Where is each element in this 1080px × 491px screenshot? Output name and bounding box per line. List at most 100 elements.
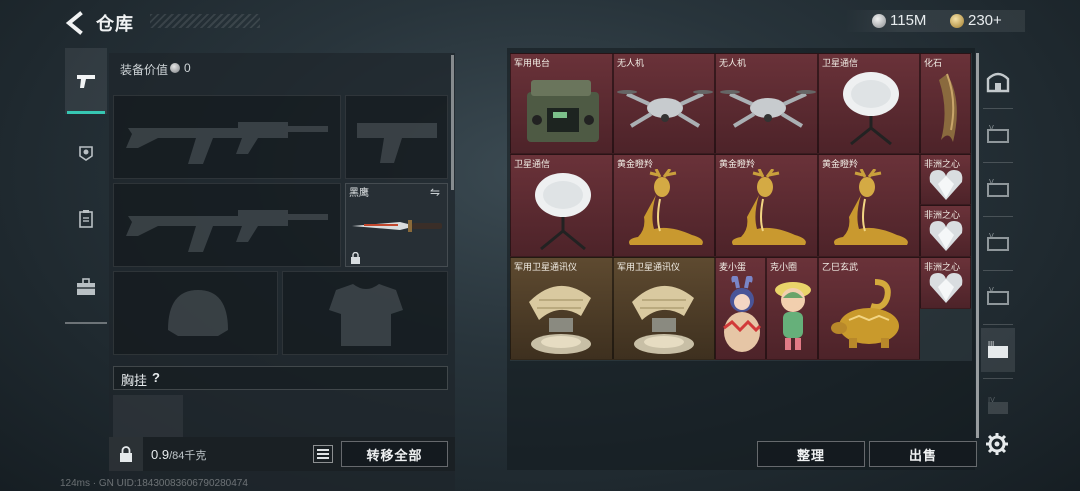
side-tab-divider [983, 270, 1013, 271]
item-heart-of-africa[interactable]: 非洲之心 [920, 205, 971, 257]
transfer-all-button[interactable]: 转移全部 [341, 441, 448, 467]
side-tab-case-2[interactable]: V [981, 166, 1015, 210]
lock-icon [120, 446, 132, 462]
item-fossil[interactable]: 化石 [920, 53, 971, 154]
side-tab-case-6[interactable]: IV [981, 384, 1015, 428]
helmet-badge-icon [79, 146, 93, 161]
knife-name: 黑鹰 [349, 188, 369, 199]
rifle-silhouette-icon [126, 210, 328, 252]
secondary-weapon-slot[interactable] [113, 183, 341, 267]
doll-figure-icon [775, 282, 811, 350]
status-bar: 124ms · GN UID:18430083606790280474 [60, 478, 248, 489]
pistol-slot[interactable] [345, 95, 448, 179]
item-heart-of-africa[interactable]: 非洲之心 [920, 257, 971, 309]
swap-icon[interactable]: ⇋ [430, 185, 440, 199]
item-label: 麦小蛋 [719, 262, 747, 272]
chest-rig-label: 胸挂 [121, 373, 148, 388]
side-tab-case-1[interactable]: V [981, 112, 1015, 156]
equipment-scrollbar[interactable] [451, 55, 454, 190]
item-label: 无人机 [719, 58, 747, 68]
side-tab-divider [983, 162, 1013, 163]
equipment-value: 0 [184, 61, 191, 75]
item-golden-gazelle[interactable]: 黄金瞪羚 [715, 154, 818, 257]
storage-case-icon: V [987, 178, 1009, 197]
golden-turtle-snake-icon [831, 279, 899, 348]
helmet-silhouette-icon [168, 290, 228, 336]
tab-armor[interactable] [65, 186, 107, 252]
equipment-value-label: 装备价值 [120, 63, 169, 77]
sort-button[interactable]: 整理 [757, 441, 865, 467]
gold-coin-icon [950, 14, 964, 28]
help-icon[interactable]: ? [152, 370, 160, 385]
tab-backpack[interactable] [65, 254, 107, 320]
item-ke-xiaoquan[interactable]: 克小圈 [766, 257, 818, 360]
item-drone[interactable]: 无人机 [613, 53, 715, 154]
side-tab-divider [983, 378, 1013, 379]
tab-helmet[interactable] [65, 120, 107, 186]
side-tab-case-4[interactable]: V [981, 274, 1015, 318]
item-label: 卫星通信 [822, 58, 859, 68]
category-tabs [65, 48, 107, 324]
storage-scrollbar[interactable] [976, 53, 979, 438]
item-label: 非洲之心 [924, 210, 961, 220]
lock-button[interactable] [109, 437, 143, 471]
helmet-slot[interactable] [113, 271, 278, 355]
silver-coin-icon [872, 14, 886, 28]
drone-icon [720, 90, 816, 128]
side-tab-case-5[interactable]: III [981, 328, 1015, 372]
gazelle-statue-icon [834, 169, 908, 245]
weight-max: /84千克 [169, 450, 207, 462]
item-golden-gazelle[interactable]: 黄金瞪羚 [613, 154, 715, 257]
chest-rig-header[interactable] [113, 366, 448, 390]
armor-slot[interactable] [282, 271, 448, 355]
sell-button[interactable]: 出售 [869, 441, 977, 467]
svg-text:V: V [989, 232, 994, 240]
item-heart-of-africa[interactable]: 非洲之心 [920, 154, 971, 205]
item-military-satcom[interactable]: 军用卫星通讯仪 [510, 257, 613, 360]
item-label: 克小圈 [770, 262, 798, 272]
item-label: 非洲之心 [924, 159, 961, 169]
lock-icon [351, 252, 360, 264]
item-label: 军用卫星通讯仪 [617, 262, 681, 272]
item-mai-xiaodan[interactable]: 麦小蛋 [715, 257, 766, 360]
storage-case-icon: V [987, 232, 1009, 251]
side-tab-divider [983, 324, 1013, 325]
gear-icon[interactable] [985, 432, 1009, 456]
item-military-radio[interactable]: 军用电台 [510, 53, 613, 154]
side-tab-divider [983, 108, 1013, 109]
side-tab-home[interactable] [981, 60, 1015, 104]
item-golden-gazelle[interactable]: 黄金瞪羚 [818, 154, 920, 257]
vest-icon [79, 210, 93, 228]
svg-text:IV: IV [988, 396, 995, 404]
diamond-heart-icon [929, 273, 963, 303]
satellite-dish-icon [843, 72, 899, 146]
back-arrow-icon[interactable] [64, 11, 86, 35]
item-military-satcom[interactable]: 军用卫星通讯仪 [613, 257, 715, 360]
storage-case-icon: IV [988, 396, 1008, 414]
primary-weapon-slot[interactable] [113, 95, 341, 179]
svg-text:V: V [989, 178, 994, 186]
satellite-dish-icon [535, 173, 591, 251]
list-view-button[interactable] [313, 445, 333, 463]
page-title: 仓库 [96, 14, 134, 34]
fossil-claw-icon [939, 73, 957, 142]
radio-icon [527, 80, 599, 142]
item-label: 黄金瞪羚 [822, 159, 859, 169]
item-satellite-comm[interactable]: 卫星通信 [818, 53, 920, 154]
title-decoration [150, 14, 260, 28]
item-drone[interactable]: 无人机 [715, 53, 818, 154]
knife-icon [352, 220, 442, 232]
tab-weapons[interactable] [65, 48, 107, 114]
gold-currency-value[interactable]: 230+ [968, 12, 1002, 29]
gazelle-statue-icon [629, 169, 703, 245]
item-label: 军用电台 [514, 58, 551, 68]
item-satellite-comm[interactable]: 卫星通信 [510, 154, 613, 257]
diamond-heart-icon [929, 170, 963, 200]
vest-silhouette-icon [329, 284, 403, 346]
item-label: 化石 [924, 58, 943, 68]
chest-rig-slot[interactable] [113, 395, 183, 437]
side-tab-case-3[interactable]: V [981, 220, 1015, 264]
item-yisi-xuanwu[interactable]: 乙巳玄武 [818, 257, 920, 360]
item-label: 非洲之心 [924, 262, 961, 272]
storage-case-icon: V [987, 124, 1009, 143]
